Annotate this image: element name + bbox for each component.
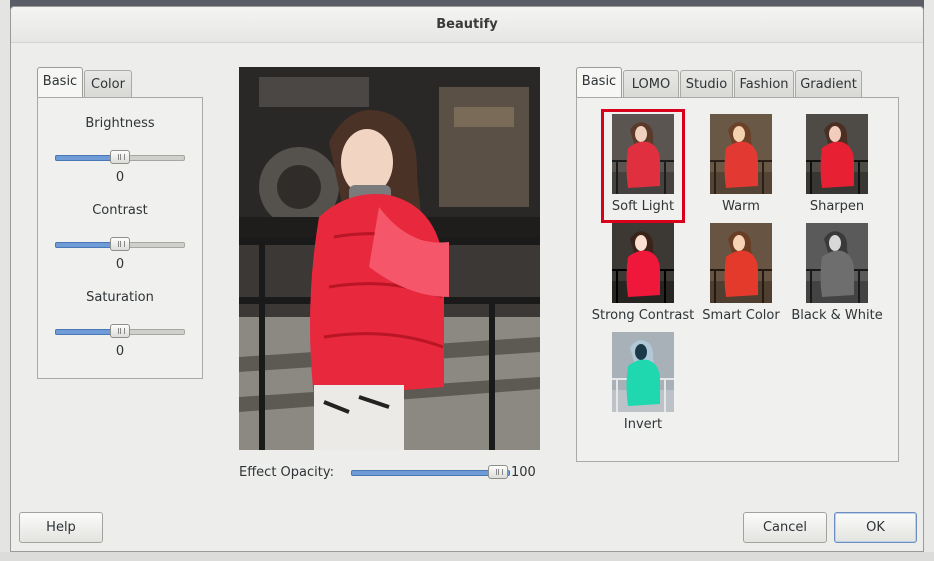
tab-lomo[interactable]: LOMO — [623, 70, 679, 98]
cancel-button[interactable]: Cancel — [743, 512, 827, 543]
effect-thumbnail[interactable] — [710, 114, 772, 194]
effect-label: Invert — [623, 417, 663, 432]
effect-opacity-handle[interactable] — [488, 465, 508, 479]
effect-label: Smart Color — [702, 308, 780, 323]
contrast-slider[interactable] — [55, 237, 185, 251]
saturation-label: Saturation — [86, 290, 154, 305]
dialog-title: Beautify — [11, 7, 923, 43]
ok-button[interactable]: OK — [834, 512, 917, 543]
background-left-strip — [0, 0, 10, 561]
photo-preview — [239, 67, 540, 450]
background-bottom-strip — [0, 552, 934, 561]
effect-selection-highlight — [601, 109, 685, 223]
brightness-slider-handle[interactable] — [110, 150, 130, 164]
contrast-slider-handle[interactable] — [110, 237, 130, 251]
effect-label: Black & White — [791, 308, 883, 323]
brightness-slider[interactable] — [55, 150, 185, 164]
tab-basic-adjust[interactable]: Basic — [37, 67, 83, 98]
tab-studio[interactable]: Studio — [680, 70, 733, 98]
effect-label: Strong Contrast — [591, 308, 695, 323]
help-button[interactable]: Help — [19, 512, 103, 543]
background-right-strip — [924, 0, 934, 561]
saturation-slider-handle[interactable] — [110, 324, 130, 338]
contrast-value: 0 — [115, 257, 125, 272]
tab-basic-effects[interactable]: Basic — [576, 67, 622, 98]
effects-panel: Soft Light Warm Sharpen Strong Contrast Smar… — [576, 97, 899, 462]
brightness-label: Brightness — [85, 116, 155, 131]
saturation-slider[interactable] — [55, 324, 185, 338]
brightness-value: 0 — [115, 170, 125, 185]
effect-opacity-value: 100 — [511, 465, 536, 480]
effect-thumbnail[interactable] — [612, 223, 674, 303]
effect-opacity-slider[interactable] — [351, 465, 510, 479]
adjust-panel: Brightness 0 Contrast 0 Saturation 0 — [37, 97, 203, 379]
tab-color-adjust[interactable]: Color — [84, 70, 132, 98]
effect-thumbnail[interactable] — [806, 223, 868, 303]
effect-label: Sharpen — [809, 199, 865, 214]
tab-gradient[interactable]: Gradient — [795, 70, 862, 98]
contrast-label: Contrast — [92, 203, 148, 218]
effect-label: Warm — [722, 199, 760, 214]
effect-thumbnail[interactable] — [710, 223, 772, 303]
effect-thumbnail[interactable] — [806, 114, 868, 194]
beautify-dialog: Beautify Basic Color Brightness 0 Contra… — [10, 6, 924, 552]
effect-thumbnail[interactable] — [612, 332, 674, 412]
effect-opacity-label: Effect Opacity: — [239, 465, 334, 480]
saturation-value: 0 — [115, 344, 125, 359]
tab-fashion[interactable]: Fashion — [734, 70, 794, 98]
